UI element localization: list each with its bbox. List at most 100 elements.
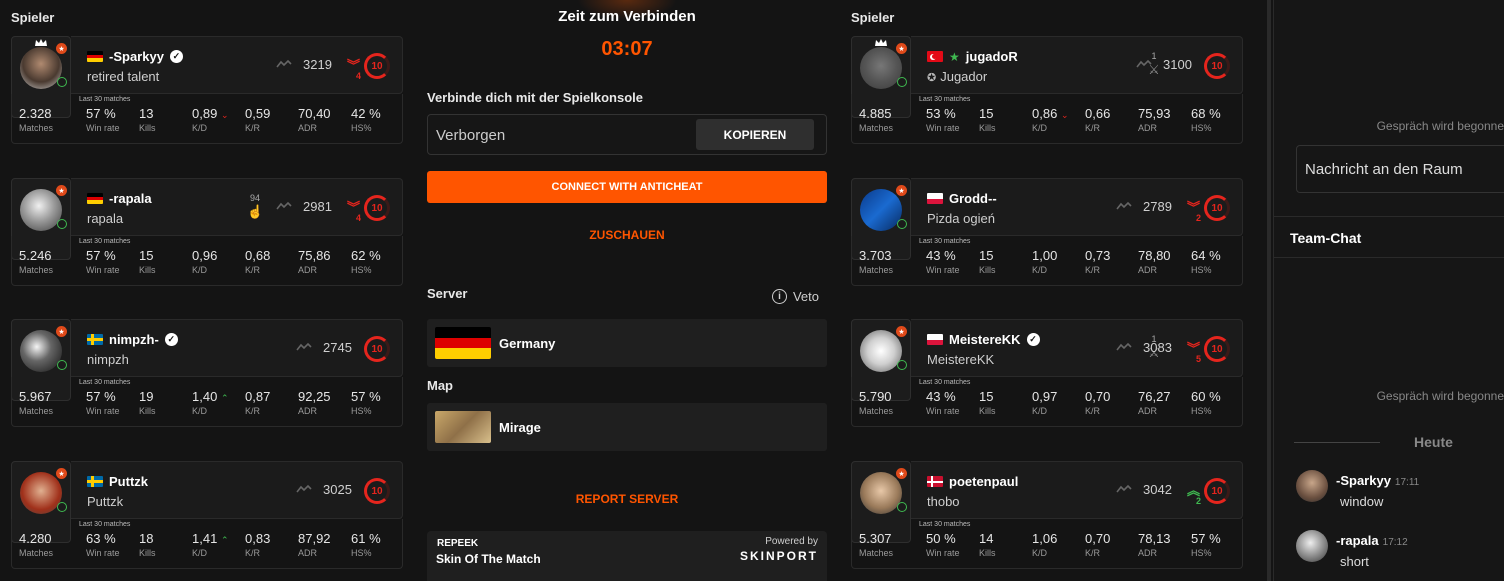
stat-kr: 0,59 K/R [245,106,270,133]
stat-matches: 5.307 Matches [859,531,893,558]
player-card[interactable]: ★ poetenpaul thobo 3042 ︽ 2 10 Last 30 matches 5… [851,461,1243,581]
connect-anticheat-button[interactable]: CONNECT WITH ANTICHEAT [427,171,827,203]
team-chat-started-text: Gespräch wird begonne [1376,389,1504,403]
player-card[interactable]: ★ Grodd-- Pizda ogień 2789 ︾ 2 10 Last 30 match… [851,178,1243,316]
player-card[interactable]: ★ nimpzh- ✓ nimpzh 2745 10 Last 30 matches 5.96… [11,319,403,457]
avatar [1296,530,1328,562]
stat-value: 42 % [351,106,381,121]
anticheat-shield-icon [57,360,67,370]
player-header[interactable]: Grodd-- Pizda ogień 2789 ︾ 2 10 [911,178,1243,236]
stat-label: K/D [1032,123,1048,133]
stat-value: 15 [979,389,994,404]
stat-winrate: 53 % Win rate [926,106,960,133]
player-header[interactable]: ★ jugadoR ✪ Jugador 1 ⚔ 3100 10 [911,36,1243,94]
stats-caption: Last 30 matches [919,96,971,103]
stats-caption: Last 30 matches [919,238,971,245]
server-password-field[interactable]: Verborgen KOPIEREN [427,114,827,155]
stat-value: 57 % [1191,531,1221,546]
stat-label: K/R [245,548,261,558]
stat-value: 75,93 [1138,106,1171,121]
player-card[interactable]: ★ ★ jugadoR ✪ Jugador 1 ⚔ 3100 10 Last 30 matches… [851,36,1243,174]
stat-kr: 0,70 K/R [1085,531,1110,558]
stat-label: K/R [1085,123,1101,133]
stat-value: 68 % [1191,106,1221,121]
stat-hs: 57 % HS% [351,389,381,416]
stat-value: 0,87 [245,389,271,404]
stat-kills: 15 Kills [139,248,156,275]
stat-value: 1,06 [1032,531,1058,546]
stat-value: 0,83 [245,531,271,546]
room-message-input[interactable]: Nachricht an den Raum [1296,145,1504,193]
player-card[interactable]: ★ -rapala rapala 94 ☝ 2981 ︾ 4 10 Last 30 matches… [11,178,403,316]
team-chat-header[interactable]: Team-Chat [1274,216,1504,258]
elo-value: 3100 [1163,57,1192,72]
skin-of-the-match-banner[interactable]: REPEEK Skin Of The Match Powered by SKIN… [427,531,827,581]
streak-down-icon: ︾ 2 [1187,200,1202,223]
stat-value: 0,96 [192,248,218,263]
player-card[interactable]: ★ Puttzk Puttzk 3025 10 Last 30 matches 4.280 M… [11,461,403,581]
stat-adr: 70,40 ADR [298,106,331,133]
avatar [860,472,902,514]
player-header[interactable]: nimpzh- ✓ nimpzh 2745 10 [71,319,403,377]
player-card[interactable]: ★ MeistereKK ✓ MeistereKK 1 ⚔ 3083 ︾ 5 10 Last 30 … [851,319,1243,457]
stat-matches: 4.885 Matches [859,106,893,133]
stat-value: 0,66 [1085,106,1111,121]
day-divider-label: Heute [1414,434,1453,450]
stat-label: K/D [1032,265,1048,275]
anticheat-shield-icon [57,219,67,229]
stat-hs: 61 % HS% [351,531,381,558]
avatar [1296,470,1328,502]
stat-label: ADR [298,265,318,275]
map-label: Map [427,378,453,393]
stat-value: 13 [139,106,154,121]
player-header[interactable]: poetenpaul thobo 3042 ︽ 2 10 [911,461,1243,519]
handshake-icon: 94 ☝ [247,193,264,219]
elo-trend-icon [1116,342,1132,351]
stat-adr: 76,27 ADR [1138,389,1171,416]
stats-caption: Last 30 matches [79,238,131,245]
stat-kills: 15 Kills [979,389,996,416]
player-header[interactable]: -rapala rapala 94 ☝ 2981 ︾ 4 10 [71,178,403,236]
stat-label: ADR [298,406,318,416]
player-header[interactable]: Puttzk Puttzk 3025 10 [71,461,403,519]
stat-adr: 75,93 ADR [1138,106,1171,133]
message-author: -Sparkyy [1336,473,1391,488]
stat-adr: 87,92 ADR [298,531,331,558]
player-nickname: Pizda ogień [927,211,995,226]
stat-label: Win rate [86,265,120,275]
country-flag-icon [927,476,943,487]
stat-label: K/D [192,265,208,275]
watch-button[interactable]: ZUSCHAUEN [427,228,827,242]
veto-info[interactable]: i Veto [771,289,819,304]
stat-adr: 78,80 ADR [1138,248,1171,275]
elo-trend-icon [276,59,292,68]
stat-label: HS% [351,406,372,416]
player-stats: Last 30 matches 3.703 Matches 43 % Win rate 1… [851,236,1243,286]
stat-value: 75,86 [298,248,331,263]
connect-label: Verbinde dich mit der Spielkonsole [427,90,643,105]
stat-matches: 5.246 Matches [19,248,53,275]
stat-matches: 5.790 Matches [859,389,893,416]
level-badge: 10 [364,336,390,362]
player-card[interactable]: ★ -Sparkyy ✓ retired talent 3219 ︾ 4 10 Last 30 … [11,36,403,174]
elo-value: 3219 [303,57,332,72]
stat-label: ADR [1138,548,1158,558]
stat-value: 53 % [926,106,956,121]
panel-divider[interactable] [1267,0,1271,581]
player-stats: Last 30 matches 5.790 Matches 43 % Win rate 1… [851,377,1243,427]
country-flag-icon [927,193,943,204]
stat-label: Kills [979,548,996,558]
streak-down-icon: ︾ 5 [1187,341,1202,364]
message-author: -rapala [1336,533,1379,548]
copy-button[interactable]: KOPIEREN [696,119,814,150]
report-server-button[interactable]: REPORT SERVER [427,492,827,506]
player-nickname: retired talent [87,69,160,84]
player-header[interactable]: MeistereKK ✓ MeistereKK 1 ⚔ 3083 ︾ 5 10 [911,319,1243,377]
stat-label: HS% [1191,406,1212,416]
stats-caption: Last 30 matches [79,521,131,528]
stat-hs: 62 % HS% [351,248,381,275]
player-header[interactable]: -Sparkyy ✓ retired talent 3219 ︾ 4 10 [71,36,403,94]
stat-value: 1,41 [192,531,218,546]
player-stats: Last 30 matches 5.307 Matches 50 % Win rate 1… [851,519,1243,569]
stats-caption: Last 30 matches [79,96,131,103]
